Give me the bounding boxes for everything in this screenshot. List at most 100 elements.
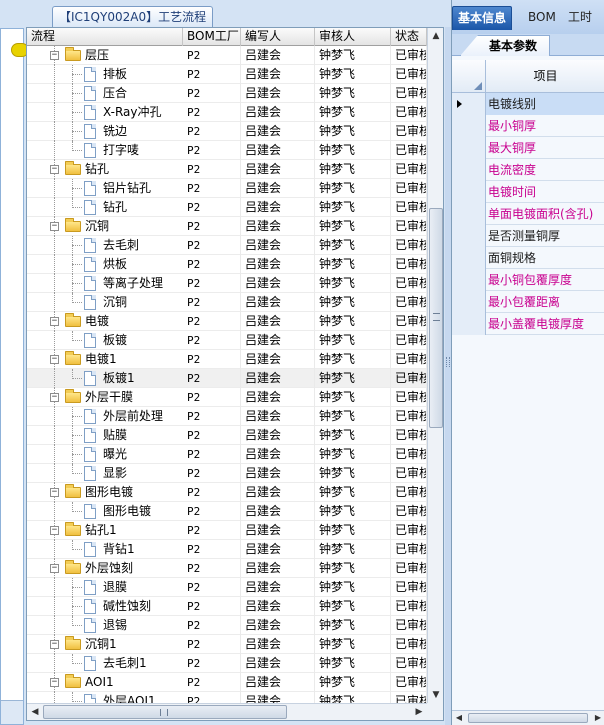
- param-row[interactable]: 单面电镀面积(含孔): [452, 203, 604, 225]
- scroll-right-icon[interactable]: ▶: [591, 711, 604, 725]
- param-row[interactable]: 最小铜包覆厚度: [452, 269, 604, 291]
- process-name-cell[interactable]: − 图形电镀: [27, 483, 183, 502]
- tree-step-row[interactable]: 钻孔 P2吕建会钟梦飞已审核: [27, 198, 427, 217]
- collapse-toggle-icon[interactable]: −: [50, 317, 59, 326]
- tree-step-row[interactable]: 外层前处理 P2吕建会钟梦飞已审核: [27, 407, 427, 426]
- tree-step-row[interactable]: 贴膜 P2吕建会钟梦飞已审核: [27, 426, 427, 445]
- process-name-cell[interactable]: 烘板: [27, 255, 183, 274]
- collapse-toggle-icon[interactable]: −: [50, 355, 59, 364]
- column-header-author[interactable]: 编写人: [241, 28, 315, 46]
- tree-step-row[interactable]: 背钻1 P2吕建会钟梦飞已审核: [27, 540, 427, 559]
- param-horizontal-scrollbar[interactable]: ◀ ▶: [452, 710, 604, 725]
- param-row[interactable]: 电流密度: [452, 159, 604, 181]
- process-name-cell[interactable]: 贴膜: [27, 426, 183, 445]
- tree-step-row[interactable]: 去毛刺 P2吕建会钟梦飞已审核: [27, 236, 427, 255]
- collapse-toggle-icon[interactable]: −: [50, 393, 59, 402]
- tree-step-row[interactable]: 压合 P2吕建会钟梦飞已审核: [27, 84, 427, 103]
- process-name-cell[interactable]: 显影: [27, 464, 183, 483]
- tree-group-row[interactable]: − 图形电镀 P2吕建会钟梦飞已审核: [27, 483, 427, 502]
- row-header[interactable]: [452, 181, 486, 203]
- collapse-toggle-icon[interactable]: −: [50, 222, 59, 231]
- tree-step-row[interactable]: 沉铜 P2吕建会钟梦飞已审核: [27, 293, 427, 312]
- process-name-cell[interactable]: 板镀1: [27, 369, 183, 388]
- tree-group-row[interactable]: − 外层干膜 P2吕建会钟梦飞已审核: [27, 388, 427, 407]
- tree-group-row[interactable]: − 电镀 P2吕建会钟梦飞已审核: [27, 312, 427, 331]
- row-header[interactable]: [452, 159, 486, 181]
- column-header-bom-factory[interactable]: BOM工厂: [183, 28, 241, 46]
- param-row[interactable]: 是否测量铜厚: [452, 225, 604, 247]
- horizontal-scrollbar[interactable]: ◀ ▶: [27, 703, 427, 720]
- process-name-cell[interactable]: 曝光: [27, 445, 183, 464]
- process-name-cell[interactable]: − 钻孔: [27, 160, 183, 179]
- process-name-cell[interactable]: − 外层干膜: [27, 388, 183, 407]
- tree-group-row[interactable]: − 钻孔1 P2吕建会钟梦飞已审核: [27, 521, 427, 540]
- process-name-cell[interactable]: 去毛刺1: [27, 654, 183, 673]
- scroll-left-icon[interactable]: ◀: [452, 711, 466, 725]
- param-row[interactable]: 电镀线别: [452, 93, 604, 115]
- process-name-cell[interactable]: 压合: [27, 84, 183, 103]
- tree-step-row[interactable]: 烘板 P2吕建会钟梦飞已审核: [27, 255, 427, 274]
- row-header[interactable]: [452, 225, 486, 247]
- row-header[interactable]: [452, 247, 486, 269]
- tree-step-row[interactable]: 显影 P2吕建会钟梦飞已审核: [27, 464, 427, 483]
- select-all-corner-icon[interactable]: [452, 60, 486, 93]
- process-name-cell[interactable]: 铣边: [27, 122, 183, 141]
- tree-group-row[interactable]: − 钻孔 P2吕建会钟梦飞已审核: [27, 160, 427, 179]
- process-name-cell[interactable]: X-Ray冲孔: [27, 103, 183, 122]
- column-header-status[interactable]: 状态: [391, 28, 427, 46]
- vertical-scrollbar[interactable]: ▲ ▼: [427, 28, 443, 703]
- row-header[interactable]: [452, 137, 486, 159]
- tree-step-row[interactable]: 外层AOI1 P2吕建会钟梦飞已审核: [27, 692, 427, 703]
- process-name-cell[interactable]: − 钻孔1: [27, 521, 183, 540]
- horizontal-scroll-thumb[interactable]: [43, 705, 287, 719]
- collapse-toggle-icon[interactable]: −: [50, 564, 59, 573]
- tree-step-row[interactable]: 打字唛 P2吕建会钟梦飞已审核: [27, 141, 427, 160]
- tree-group-row[interactable]: − 沉铜 P2吕建会钟梦飞已审核: [27, 217, 427, 236]
- param-row[interactable]: 最小铜厚: [452, 115, 604, 137]
- vertical-scroll-thumb[interactable]: [429, 208, 443, 428]
- process-name-cell[interactable]: − 层压: [27, 46, 183, 65]
- tree-step-row[interactable]: 图形电镀 P2吕建会钟梦飞已审核: [27, 502, 427, 521]
- process-name-cell[interactable]: − 电镀: [27, 312, 183, 331]
- process-name-cell[interactable]: 碱性蚀刻: [27, 597, 183, 616]
- process-name-cell[interactable]: 退膜: [27, 578, 183, 597]
- scroll-left-icon[interactable]: ◀: [27, 704, 43, 720]
- tree-step-row[interactable]: 排板 P2吕建会钟梦飞已审核: [27, 65, 427, 84]
- process-name-cell[interactable]: 钻孔: [27, 198, 183, 217]
- tree-step-row[interactable]: 退膜 P2吕建会钟梦飞已审核: [27, 578, 427, 597]
- tree-group-row[interactable]: − 层压 P2吕建会钟梦飞已审核: [27, 46, 427, 65]
- tree-step-row[interactable]: 退锡 P2吕建会钟梦飞已审核: [27, 616, 427, 635]
- scroll-right-icon[interactable]: ▶: [411, 704, 427, 720]
- process-name-cell[interactable]: 打字唛: [27, 141, 183, 160]
- process-name-cell[interactable]: − 外层蚀刻: [27, 559, 183, 578]
- row-header[interactable]: [452, 313, 486, 335]
- collapse-toggle-icon[interactable]: −: [50, 640, 59, 649]
- collapse-toggle-icon[interactable]: −: [50, 488, 59, 497]
- row-header[interactable]: [452, 93, 486, 115]
- tab-bom[interactable]: BOM: [524, 6, 560, 30]
- tree-step-row[interactable]: 铝片钻孔 P2吕建会钟梦飞已审核: [27, 179, 427, 198]
- process-name-cell[interactable]: − AOI1: [27, 673, 183, 692]
- left-pane-scrollbar[interactable]: [1, 700, 23, 724]
- tree-step-row[interactable]: X-Ray冲孔 P2吕建会钟梦飞已审核: [27, 103, 427, 122]
- process-name-cell[interactable]: 铝片钻孔: [27, 179, 183, 198]
- process-name-cell[interactable]: 外层前处理: [27, 407, 183, 426]
- param-row[interactable]: 最大铜厚: [452, 137, 604, 159]
- collapse-toggle-icon[interactable]: −: [50, 526, 59, 535]
- tab-work-hours[interactable]: 工时: [564, 6, 596, 30]
- tree-group-row[interactable]: − 电镀1 P2吕建会钟梦飞已审核: [27, 350, 427, 369]
- process-name-cell[interactable]: 外层AOI1: [27, 692, 183, 703]
- row-header[interactable]: [452, 203, 486, 225]
- scroll-down-icon[interactable]: ▼: [428, 687, 443, 703]
- tab-basic-params[interactable]: 基本参数: [460, 35, 551, 56]
- process-name-cell[interactable]: 去毛刺: [27, 236, 183, 255]
- row-header[interactable]: [452, 269, 486, 291]
- column-header-item[interactable]: 项目: [486, 60, 604, 93]
- process-name-cell[interactable]: 板镀: [27, 331, 183, 350]
- tree-group-row[interactable]: − 外层蚀刻 P2吕建会钟梦飞已审核: [27, 559, 427, 578]
- process-name-cell[interactable]: − 电镀1: [27, 350, 183, 369]
- process-name-cell[interactable]: 图形电镀: [27, 502, 183, 521]
- tab-basic-info[interactable]: 基本信息: [452, 6, 513, 30]
- tree-step-row[interactable]: 去毛刺1 P2吕建会钟梦飞已审核: [27, 654, 427, 673]
- tree-step-row[interactable]: 板镀1 P2吕建会钟梦飞已审核: [27, 369, 427, 388]
